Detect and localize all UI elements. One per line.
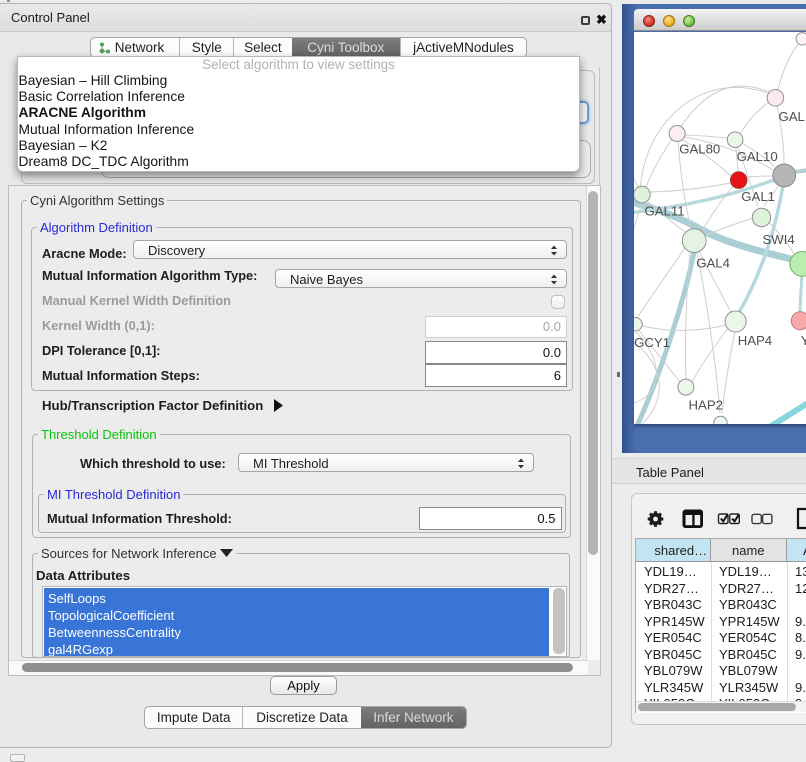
svg-text:GAL10: GAL10 <box>737 149 778 164</box>
svg-text:Y: Y <box>801 333 806 348</box>
svg-text:SWI4: SWI4 <box>763 232 795 247</box>
svg-text:GAL: GAL <box>779 109 805 124</box>
svg-text:GAL80: GAL80 <box>679 142 720 157</box>
svg-text:HAP4: HAP4 <box>738 333 772 348</box>
svg-text:HAP2: HAP2 <box>689 398 723 413</box>
svg-text:GAL11: GAL11 <box>645 204 685 219</box>
svg-text:GCY1: GCY1 <box>634 335 670 350</box>
svg-text:GAL4: GAL4 <box>696 255 730 270</box>
svg-text:GAL1: GAL1 <box>741 189 775 204</box>
